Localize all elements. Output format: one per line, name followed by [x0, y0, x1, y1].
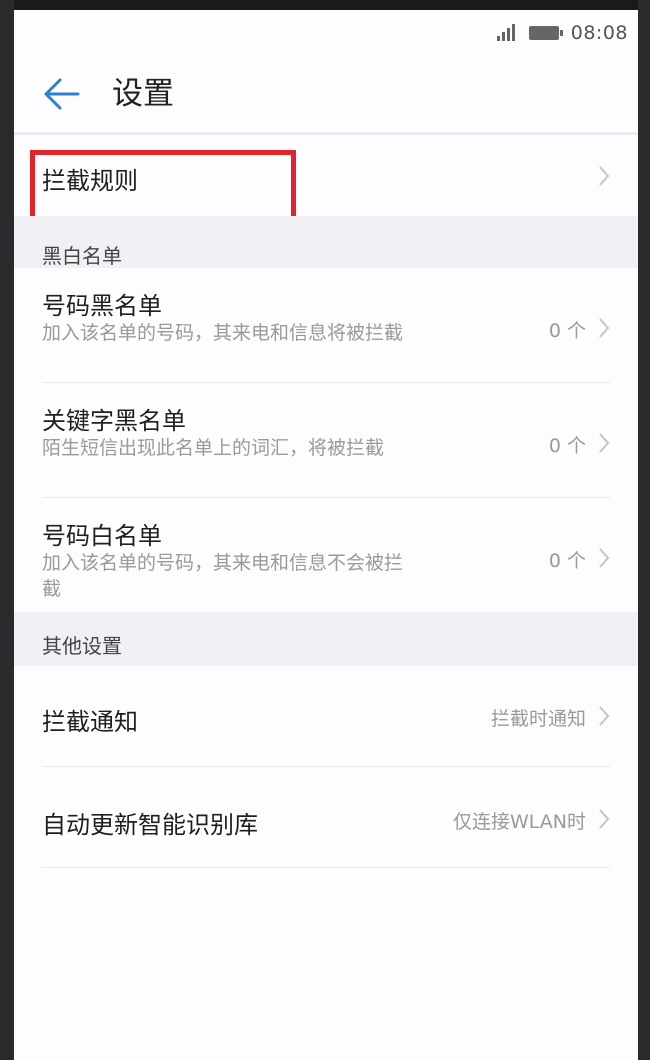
- chevron-right-icon: [599, 318, 610, 338]
- keyword-blacklist-title: 关键字黑名单: [42, 407, 186, 435]
- auto-update-title: 自动更新智能识别库: [42, 811, 258, 839]
- arrow-left-icon: [44, 78, 80, 110]
- section-other: 其他设置: [14, 612, 638, 666]
- number-blacklist-title: 号码黑名单: [42, 292, 162, 320]
- header-divider: [14, 132, 638, 135]
- app-header: 设置: [14, 56, 638, 134]
- keyword-blacklist-count: 0 个: [548, 435, 586, 457]
- signal-icon: [491, 23, 521, 43]
- status-time: 08:08: [570, 22, 628, 44]
- number-whitelist-subtitle: 加入该名单的号码，其来电和信息不会被拦截: [42, 552, 404, 600]
- top-bezel: [0, 0, 650, 10]
- phone-frame-left: [0, 0, 14, 1060]
- keyword-blacklist-item[interactable]: 关键字黑名单 陌生短信出现此名单上的词汇，将被拦截 0 个: [14, 383, 638, 497]
- phone-frame-right: [638, 0, 650, 1060]
- chevron-right-icon: [599, 433, 610, 453]
- number-whitelist-item[interactable]: 号码白名单 加入该名单的号码，其来电和信息不会被拦截 0 个: [14, 498, 638, 612]
- number-blacklist-count: 0 个: [548, 320, 586, 342]
- chevron-right-icon: [599, 809, 610, 829]
- section-blackwhite-label: 黑白名单: [42, 244, 122, 268]
- section-other-label: 其他设置: [42, 634, 122, 658]
- block-notify-value: 拦截时通知: [490, 708, 586, 730]
- auto-update-value: 仅连接WLAN时: [452, 811, 586, 833]
- number-whitelist-title: 号码白名单: [42, 522, 162, 550]
- chevron-right-icon: [599, 548, 610, 568]
- section-blackwhite: 黑白名单: [14, 216, 638, 268]
- chevron-right-icon: [599, 166, 610, 186]
- row-divider: [42, 867, 610, 868]
- block-notify-item[interactable]: 拦截通知 拦截时通知: [14, 666, 638, 766]
- number-whitelist-count: 0 个: [548, 550, 586, 572]
- keyword-blacklist-subtitle: 陌生短信出现此名单上的词汇，将被拦截: [42, 437, 385, 459]
- number-blacklist-subtitle: 加入该名单的号码，其来电和信息将被拦截: [42, 322, 404, 344]
- number-blacklist-item[interactable]: 号码黑名单 加入该名单的号码，其来电和信息将被拦截 0 个: [14, 268, 638, 382]
- settings-screen: 08:08 设置 拦截规则 黑白名单 号码黑名单 加入该名单的号码，其来电和信息…: [14, 10, 638, 1060]
- back-button[interactable]: [40, 74, 84, 114]
- battery-icon: [528, 26, 563, 40]
- chevron-right-icon: [599, 706, 610, 726]
- block-notify-title: 拦截通知: [42, 708, 138, 736]
- auto-update-item[interactable]: 自动更新智能识别库 仅连接WLAN时: [14, 767, 638, 867]
- page-title: 设置: [112, 76, 174, 112]
- status-icons: 08:08: [491, 20, 628, 46]
- status-bar: 08:08: [14, 10, 638, 56]
